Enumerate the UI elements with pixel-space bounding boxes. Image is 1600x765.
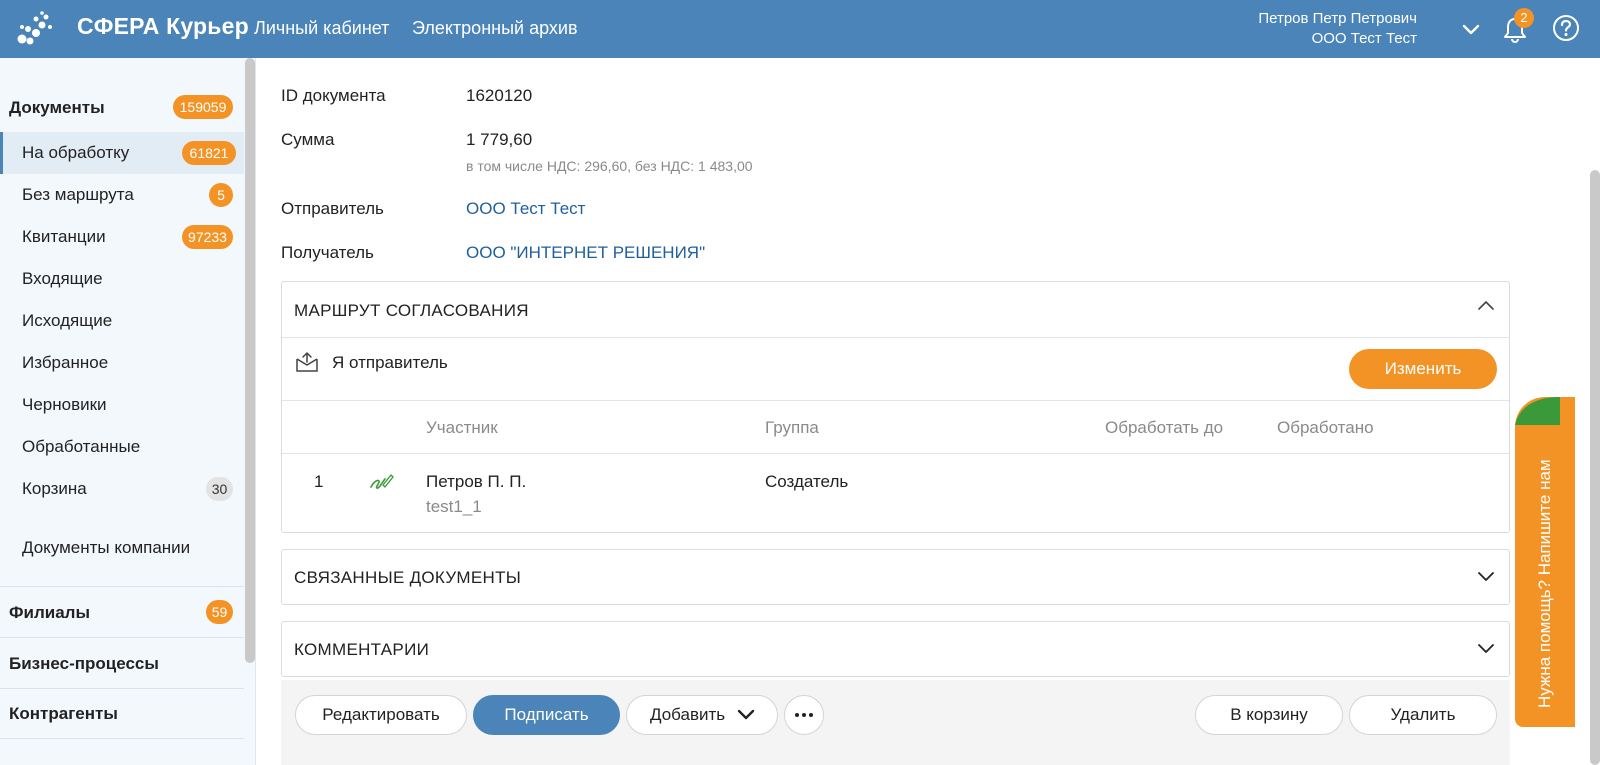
sidebar-item-drafts[interactable]: Черновики [0,384,244,426]
column-header-participant: Участник [426,418,498,437]
chevron-down-icon[interactable] [1477,567,1495,585]
approval-route-panel: МАРШРУТ СОГЛАСОВАНИЯ [281,281,1510,533]
more-dots-icon [795,713,813,717]
sidebar-divider [0,586,244,587]
nav-personal-cabinet[interactable]: Личный кабинет [254,18,389,39]
sidebar-divider [0,688,244,689]
documents-count-badge: 159059 [173,95,233,119]
envelope-send-icon [296,351,318,372]
nav-electronic-archive[interactable]: Электронный архив [412,18,578,39]
participant-name: Петров П. П. [426,472,527,491]
row-number: 1 [314,472,324,491]
panel-divider [282,337,1509,338]
column-header-processed: Обработано [1277,418,1374,437]
sender-link[interactable]: ООО Тест Тест [466,199,585,219]
add-dropdown-button[interactable]: Добавить [626,695,778,735]
top-header: СФЕРА Курьер Личный кабинет Электронный … [0,0,1600,58]
branches-count-badge: 59 [206,600,233,624]
participant-group: Создатель [765,472,849,491]
sum-label: Сумма [281,130,335,149]
brand-title[interactable]: СФЕРА Курьер [77,13,249,40]
sidebar-item-trash[interactable]: Корзина 30 [0,468,244,510]
sidebar-divider [0,637,244,638]
help-chat-label: Нужна помощь? Напишите нам [1535,459,1554,708]
linked-documents-panel[interactable]: СВЯЗАННЫЕ ДОКУМЕНТЫ [281,549,1510,605]
more-actions-button[interactable] [784,695,824,735]
panel-divider [282,453,1509,454]
sidebar-item-label: Избранное [22,353,109,372]
sidebar-item-label: Без маршрута [22,185,134,204]
chevron-up-icon[interactable] [1477,297,1495,315]
approval-route-title[interactable]: МАРШРУТ СОГЛАСОВАНИЯ [294,301,529,321]
sidebar-item-favorites[interactable]: Избранное [0,342,244,384]
sidebar-item-company-docs[interactable]: Документы компании [0,527,244,569]
sidebar-item-outgoing[interactable]: Исходящие [0,300,244,342]
count-badge: 30 [206,477,233,501]
count-badge: 97233 [182,225,233,249]
sidebar-section-documents[interactable]: Документы [9,98,105,118]
sfera-logo-icon[interactable] [14,9,54,49]
sidebar-item-no-route[interactable]: Без маршрута 5 [0,174,244,216]
notifications-badge: 2 [1514,8,1534,28]
sidebar-item-to-process[interactable]: На обработку 61821 [0,132,244,174]
chevron-down-icon [737,709,755,720]
sum-value: 1 779,60 [466,130,533,149]
signature-icon [370,474,394,489]
delete-button[interactable]: Удалить [1349,695,1497,735]
sum-vat-note: в том числе НДС: 296,60, без НДС: 1 483,… [466,158,753,174]
sidebar-item-label: На обработку [22,143,130,162]
sidebar-item-label: Обработанные [22,437,141,456]
sidebar-item-label: Квитанции [22,227,106,246]
sign-button[interactable]: Подписать [473,695,620,735]
sidebar-scrollbar[interactable] [245,58,255,663]
comments-panel[interactable]: КОММЕНТАРИИ [281,621,1510,677]
comments-title[interactable]: КОММЕНТАРИИ [294,640,429,660]
move-to-trash-button[interactable]: В корзину [1195,695,1343,735]
document-id-label: ID документа [281,86,386,105]
add-button-label: Добавить [650,705,726,724]
sender-role: Я отправитель [332,353,448,372]
count-badge: 61821 [182,141,236,165]
main-scrollbar[interactable] [1590,170,1600,765]
help-icon[interactable] [1552,14,1580,42]
linked-documents-title[interactable]: СВЯЗАННЫЕ ДОКУМЕНТЫ [294,568,521,588]
user-name: Петров Петр Петрович [1258,10,1417,27]
change-route-button[interactable]: Изменить [1349,349,1497,389]
sidebar-item-processed[interactable]: Обработанные [0,426,244,468]
sender-label: Отправитель [281,199,384,218]
sidebar-item-label: Корзина [22,479,87,498]
sidebar-item-incoming[interactable]: Входящие [0,258,244,300]
sidebar-section-business-processes[interactable]: Бизнес-процессы [9,654,159,674]
sidebar-section-branches[interactable]: Филиалы [9,603,90,623]
recipient-link[interactable]: ООО "ИНТЕРНЕТ РЕШЕНИЯ" [466,243,705,263]
edit-button[interactable]: Редактировать [295,695,467,735]
sidebar: Документы 159059 На обработку 61821 Без … [0,58,256,765]
user-menu[interactable]: Петров Петр Петрович ООО Тест Тест [1258,9,1417,49]
sidebar-section-contractors[interactable]: Контрагенты [9,704,118,724]
sidebar-item-label: Черновики [22,395,107,414]
sidebar-item-label: Документы компании [22,538,191,557]
chevron-down-icon[interactable] [1460,18,1482,40]
panel-divider [282,400,1509,401]
column-header-group: Группа [765,418,819,437]
column-header-process-until: Обработать до [1105,418,1224,437]
sidebar-item-label: Входящие [22,269,103,288]
participant-login: test1_1 [426,497,482,516]
sidebar-divider [0,738,244,739]
chevron-down-icon[interactable] [1477,639,1495,657]
leaf-icon [1515,397,1560,425]
user-org: ООО Тест Тест [1311,30,1417,47]
count-badge: 5 [209,183,233,207]
sidebar-item-receipts[interactable]: Квитанции 97233 [0,216,244,258]
recipient-label: Получатель [281,243,374,262]
sidebar-item-label: Исходящие [22,311,113,330]
document-id-value: 1620120 [466,86,533,105]
